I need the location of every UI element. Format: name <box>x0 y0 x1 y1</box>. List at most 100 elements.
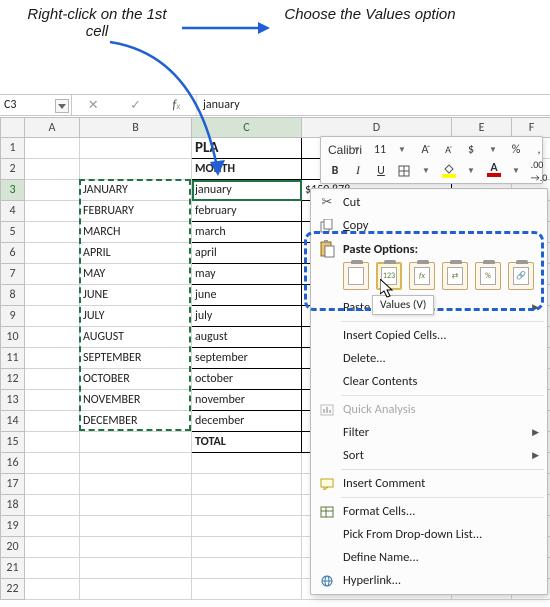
mini-font-size[interactable]: 11 <box>370 140 390 160</box>
mini-font-size-dd-icon[interactable]: ▼ <box>392 140 412 160</box>
row-header-2[interactable]: 2 <box>1 159 25 180</box>
paste-opt-formulas[interactable]: fx <box>409 262 435 290</box>
mini-font-name[interactable]: Calibri <box>325 140 345 160</box>
cell-A22[interactable] <box>25 579 80 600</box>
cell-A18[interactable] <box>25 495 80 516</box>
fill-color-dd-icon[interactable]: ▼ <box>461 161 481 181</box>
paste-opt-paste[interactable] <box>343 262 369 290</box>
row-header-18[interactable]: 18 <box>1 495 25 516</box>
cell-C8[interactable]: june <box>192 285 302 306</box>
col-header-F[interactable]: F <box>512 118 550 138</box>
name-box-dropdown-icon[interactable] <box>55 99 69 113</box>
cell-A9[interactable] <box>25 306 80 327</box>
ctx-pick-list[interactable]: Pick From Drop-down List... <box>311 523 547 546</box>
cell-C9[interactable]: july <box>192 306 302 327</box>
cell-B5[interactable]: MARCH <box>80 222 192 243</box>
comma-format-icon[interactable]: , <box>529 140 549 160</box>
cell-A3[interactable] <box>25 180 80 201</box>
ctx-format-cells[interactable]: Format Cells... <box>311 500 547 523</box>
cell-C20[interactable] <box>192 537 302 558</box>
cell-C10[interactable]: august <box>192 327 302 348</box>
cell-A19[interactable] <box>25 516 80 537</box>
col-header-D[interactable]: D <box>302 118 452 138</box>
cell-C5[interactable]: march <box>192 222 302 243</box>
increase-font-icon[interactable]: Â <box>415 140 435 160</box>
cell-A8[interactable] <box>25 285 80 306</box>
cell-B21[interactable] <box>80 558 192 579</box>
ctx-clear-contents[interactable]: Clear Contents <box>311 370 547 393</box>
cell-C19[interactable] <box>192 516 302 537</box>
row-header-4[interactable]: 4 <box>1 201 25 222</box>
cell-A15[interactable] <box>25 432 80 453</box>
cell-B13[interactable]: NOVEMBER <box>80 390 192 411</box>
cell-C14[interactable]: december <box>192 411 302 432</box>
paste-opt-transpose[interactable]: ⇄ <box>442 262 468 290</box>
ctx-hyperlink[interactable]: Hyperlink... <box>311 569 547 592</box>
cell-B11[interactable]: SEPTEMBER <box>80 348 192 369</box>
name-box[interactable]: C3 <box>0 95 72 115</box>
cell-A5[interactable] <box>25 222 80 243</box>
underline-icon[interactable]: U <box>371 161 391 181</box>
cell-A7[interactable] <box>25 264 80 285</box>
cell-A16[interactable] <box>25 453 80 474</box>
cell-B20[interactable] <box>80 537 192 558</box>
cell-B6[interactable]: APRIL <box>80 243 192 264</box>
cell-A1[interactable] <box>25 138 80 159</box>
borders-icon[interactable] <box>394 161 414 181</box>
col-header-A[interactable]: A <box>25 118 80 138</box>
decrease-font-icon[interactable]: Ǎ <box>438 140 458 160</box>
row-header-21[interactable]: 21 <box>1 558 25 579</box>
row-header-6[interactable]: 6 <box>1 243 25 264</box>
cell-C15[interactable]: TOTAL <box>192 432 302 453</box>
cell-B16[interactable] <box>80 453 192 474</box>
cell-B7[interactable]: MAY <box>80 264 192 285</box>
row-header-19[interactable]: 19 <box>1 516 25 537</box>
cell-B4[interactable]: FEBRUARY <box>80 201 192 222</box>
ctx-insert-copied[interactable]: Insert Copied Cells... <box>311 324 547 347</box>
row-header-9[interactable]: 9 <box>1 306 25 327</box>
ctx-sort[interactable]: Sort ▶ <box>311 444 547 467</box>
cell-A6[interactable] <box>25 243 80 264</box>
col-header-E[interactable]: E <box>452 118 512 138</box>
mini-font-dd-icon[interactable]: ▼ <box>347 140 367 160</box>
cell-C13[interactable]: november <box>192 390 302 411</box>
cell-C17[interactable] <box>192 474 302 495</box>
cell-B17[interactable] <box>80 474 192 495</box>
cell-B22[interactable] <box>80 579 192 600</box>
cell-B19[interactable] <box>80 516 192 537</box>
cell-A10[interactable] <box>25 327 80 348</box>
cell-C16[interactable] <box>192 453 302 474</box>
font-color-icon[interactable]: A <box>484 161 504 181</box>
row-header-17[interactable]: 17 <box>1 474 25 495</box>
borders-dd-icon[interactable]: ▼ <box>416 161 436 181</box>
cell-A20[interactable] <box>25 537 80 558</box>
cell-A11[interactable] <box>25 348 80 369</box>
row-header-13[interactable]: 13 <box>1 390 25 411</box>
accounting-format-icon[interactable]: $ <box>461 140 481 160</box>
cell-B8[interactable]: JUNE <box>80 285 192 306</box>
cell-B9[interactable]: JULY <box>80 306 192 327</box>
ctx-insert-comment[interactable]: Insert Comment <box>311 472 547 495</box>
row-header-20[interactable]: 20 <box>1 537 25 558</box>
ctx-cut[interactable]: ✂ Cut <box>311 191 547 214</box>
font-color-dd-icon[interactable]: ▼ <box>506 161 526 181</box>
cell-A21[interactable] <box>25 558 80 579</box>
cell-C6[interactable]: april <box>192 243 302 264</box>
row-header-3[interactable]: 3 <box>1 180 25 201</box>
cell-C21[interactable] <box>192 558 302 579</box>
row-header-15[interactable]: 15 <box>1 432 25 453</box>
cell-B10[interactable]: AUGUST <box>80 327 192 348</box>
row-header-11[interactable]: 11 <box>1 348 25 369</box>
percent-format-icon[interactable]: % <box>506 140 526 160</box>
ctx-filter[interactable]: Filter ▶ <box>311 421 547 444</box>
paste-opt-link[interactable]: 🔗 <box>508 262 534 290</box>
accounting-dd-icon[interactable]: ▼ <box>483 140 503 160</box>
row-header-22[interactable]: 22 <box>1 579 25 600</box>
row-header-1[interactable]: 1 <box>1 138 25 159</box>
row-header-14[interactable]: 14 <box>1 411 25 432</box>
cell-C12[interactable]: october <box>192 369 302 390</box>
cell-A12[interactable] <box>25 369 80 390</box>
cell-A14[interactable] <box>25 411 80 432</box>
cell-B12[interactable]: OCTOBER <box>80 369 192 390</box>
cell-A4[interactable] <box>25 201 80 222</box>
